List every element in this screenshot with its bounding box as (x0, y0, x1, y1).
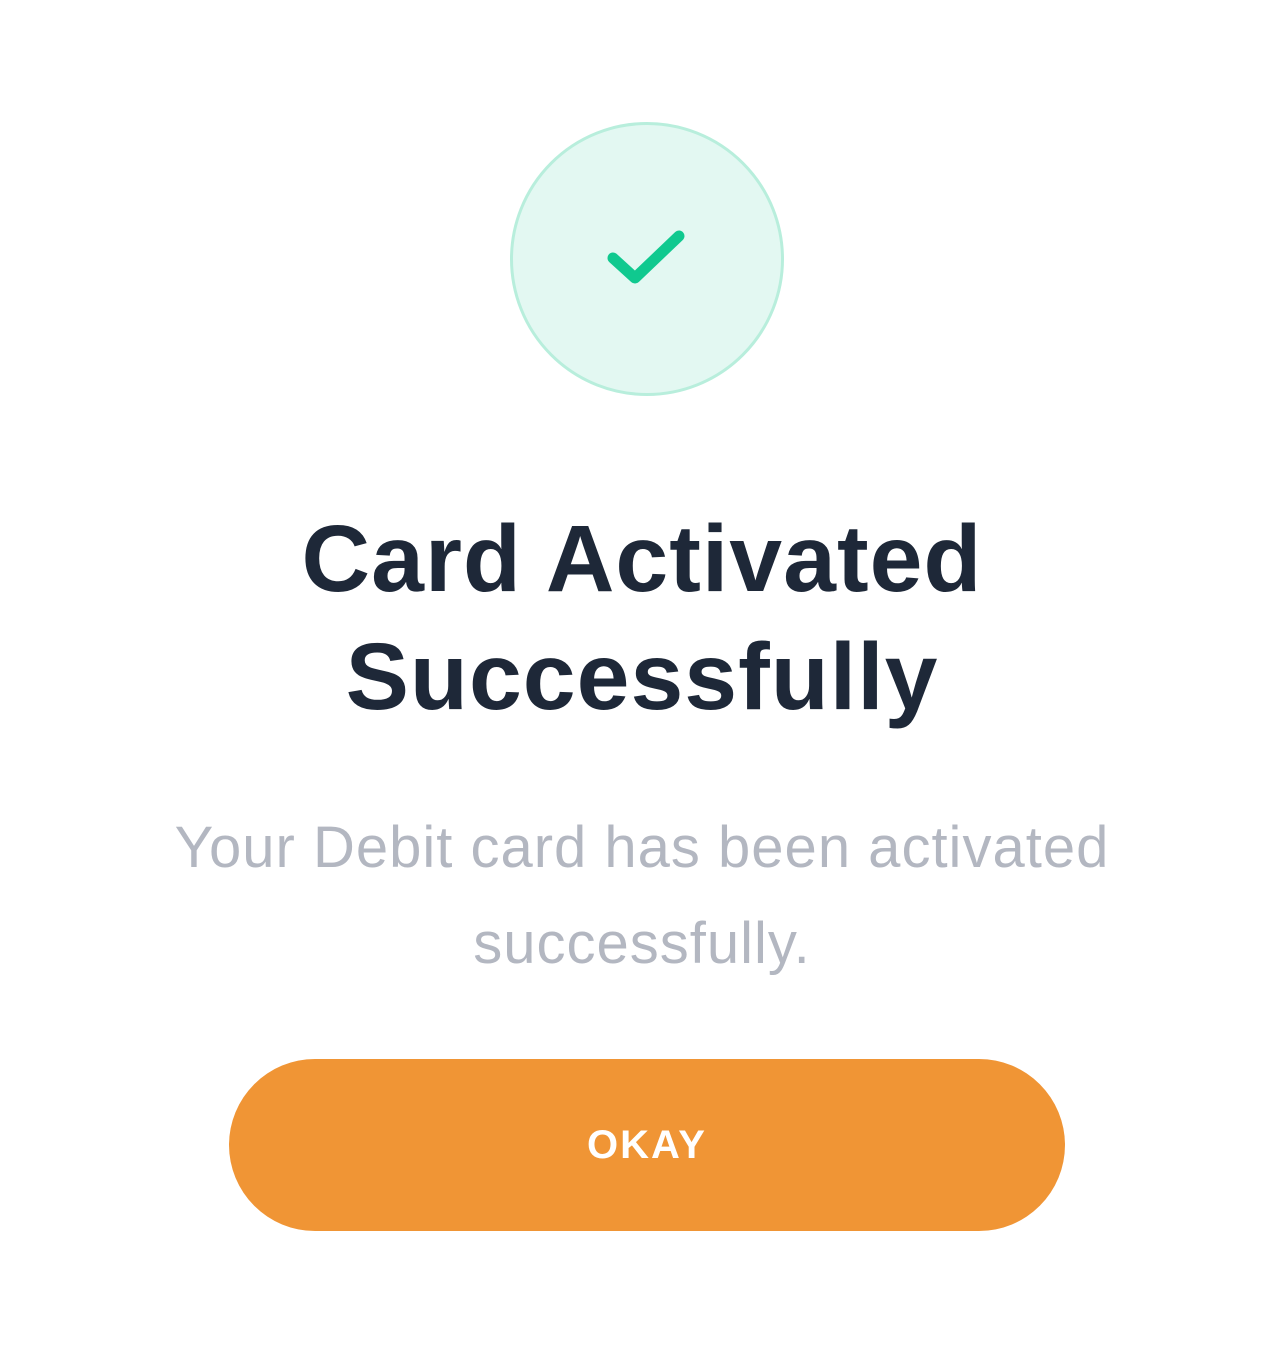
dialog-title-line-2: Successfully (345, 624, 939, 730)
dialog-message-line-2: successfully. (473, 911, 811, 976)
okay-button-label: OKAY (587, 1122, 707, 1167)
okay-button[interactable]: OKAY (229, 1059, 1065, 1231)
dialog-message-line-1: Your Debit card has been activated (174, 815, 1110, 880)
activation-success-dialog: Card Activated Successfully Your Debit c… (0, 0, 1284, 1350)
dialog-title: Card Activated Successfully (0, 500, 1284, 736)
dialog-title-line-1: Card Activated (301, 506, 983, 612)
success-badge (510, 122, 784, 396)
dialog-message: Your Debit card has been activated succe… (150, 800, 1134, 992)
checkmark-icon (607, 230, 685, 284)
